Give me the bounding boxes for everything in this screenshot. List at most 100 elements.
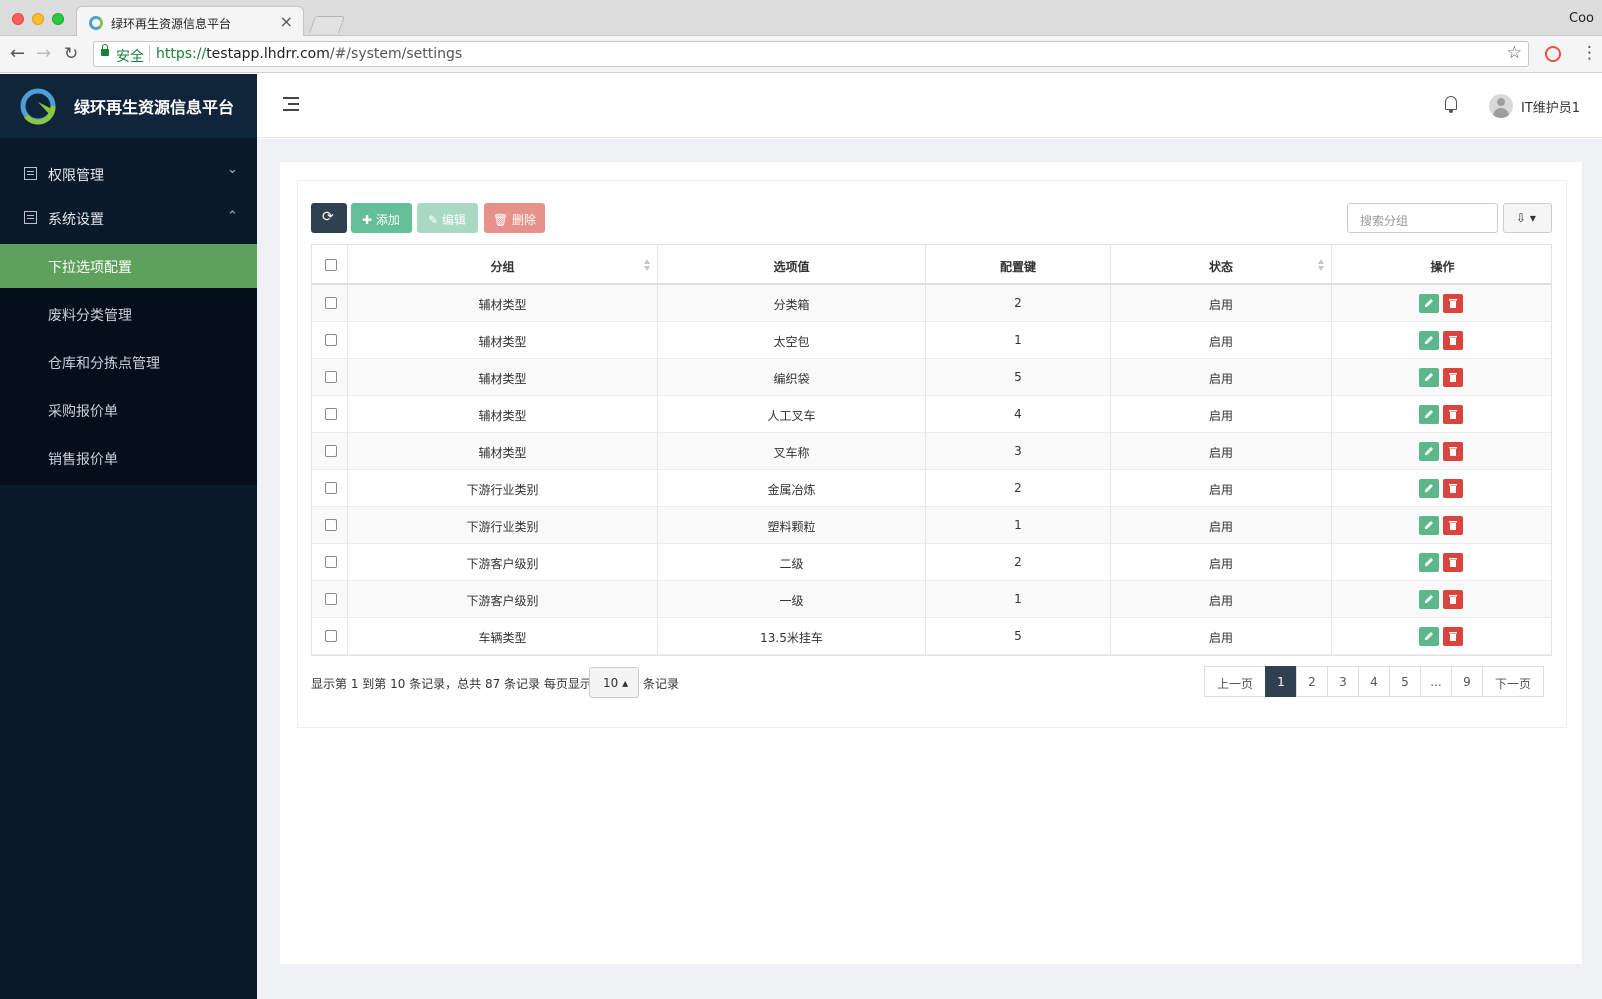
table-row[interactable]: 辅材类型 分类箱 2 启用 — [312, 285, 1551, 322]
column-header-key: 配置键 — [926, 245, 1111, 283]
row-edit-icon[interactable] — [1419, 331, 1439, 350]
bell-icon[interactable] — [1445, 96, 1457, 113]
select-all-checkbox[interactable] — [325, 259, 337, 271]
row-checkbox[interactable] — [325, 408, 337, 420]
browser-tab[interactable]: 绿环再生资源信息平台 × — [76, 6, 304, 37]
row-edit-icon[interactable] — [1419, 405, 1439, 424]
browser-menu-icon[interactable]: ⋮ — [1581, 43, 1598, 63]
sidebar-item-system-settings[interactable]: 系统设置 ⌃ — [0, 196, 257, 240]
row-delete-icon[interactable] — [1443, 590, 1463, 609]
search-input[interactable]: 搜索分组 — [1347, 203, 1498, 233]
row-edit-icon[interactable] — [1419, 294, 1439, 313]
page-size-select[interactable]: 10 ▴ — [589, 667, 639, 698]
close-window-button[interactable] — [12, 13, 24, 25]
page-button[interactable]: 5 — [1389, 666, 1421, 697]
row-edit-icon[interactable] — [1419, 590, 1439, 609]
table-row[interactable]: 下游行业类别 金属冶炼 2 启用 — [312, 470, 1551, 507]
add-button[interactable]: ✚ 添加 — [351, 203, 412, 233]
table-row[interactable]: 辅材类型 编织袋 5 启用 — [312, 359, 1551, 396]
table-row[interactable]: 辅材类型 叉车称 3 启用 — [312, 433, 1551, 470]
row-delete-icon[interactable] — [1443, 294, 1463, 313]
cell-key: 1 — [926, 581, 1111, 617]
row-delete-icon[interactable] — [1443, 553, 1463, 572]
url-text[interactable]: https://testapp.lhdrr.com/#/system/setti… — [156, 46, 462, 62]
menu-toggle-icon[interactable] — [283, 97, 299, 111]
row-delete-icon[interactable] — [1443, 331, 1463, 350]
cell-actions — [1332, 507, 1553, 543]
delete-button[interactable]: 🗑 删除 — [484, 203, 545, 233]
sort-icon[interactable] — [644, 259, 651, 273]
row-checkbox[interactable] — [325, 482, 337, 494]
refresh-icon: ⟳ — [322, 209, 334, 225]
address-bar[interactable]: 安全 https://testapp.lhdrr.com/#/system/se… — [93, 41, 1529, 67]
page-button[interactable]: 3 — [1327, 666, 1359, 697]
table-row[interactable]: 辅材类型 人工叉车 4 启用 — [312, 396, 1551, 433]
page-button[interactable]: 1 — [1265, 666, 1297, 697]
row-edit-icon[interactable] — [1419, 442, 1439, 461]
cell-group: 车辆类型 — [348, 618, 658, 654]
page-button[interactable]: ... — [1420, 666, 1452, 697]
next-page-button[interactable]: 下一页 — [1482, 666, 1544, 697]
table-row[interactable]: 辅材类型 太空包 1 启用 — [312, 322, 1551, 359]
sort-icon[interactable] — [1318, 259, 1325, 273]
profile-label[interactable]: Coo — [1569, 11, 1594, 26]
row-checkbox[interactable] — [325, 630, 337, 642]
minimize-window-button[interactable] — [32, 13, 44, 25]
back-icon[interactable]: ← — [10, 44, 25, 64]
row-delete-icon[interactable] — [1443, 368, 1463, 387]
prev-page-button[interactable]: 上一页 — [1204, 666, 1266, 697]
export-dropdown-button[interactable]: ⇩ ▾ — [1503, 203, 1552, 233]
table-row[interactable]: 下游客户级别 一级 1 启用 — [312, 581, 1551, 618]
browser-toolbar: ← → ↻ 安全 https://testapp.lhdrr.com/#/sys… — [0, 36, 1602, 73]
row-checkbox[interactable] — [325, 593, 337, 605]
row-checkbox[interactable] — [325, 371, 337, 383]
sidebar-item-sales-quote[interactable]: 销售报价单 — [0, 436, 257, 480]
row-checkbox[interactable] — [325, 334, 337, 346]
extension-icon[interactable] — [1545, 46, 1561, 62]
table-row[interactable]: 车辆类型 13.5米挂车 5 启用 — [312, 618, 1551, 655]
sidebar-item-warehouse[interactable]: 仓库和分拣点管理 — [0, 340, 257, 384]
sidebar-item-waste-category[interactable]: 废料分类管理 — [0, 292, 257, 336]
page-label: 下一页 — [1494, 677, 1531, 691]
page-button[interactable]: 4 — [1358, 666, 1390, 697]
row-delete-icon[interactable] — [1443, 516, 1463, 535]
cell-text: 下游客户级别 — [466, 594, 539, 608]
edit-button[interactable]: ✎ 编辑 — [417, 203, 478, 233]
refresh-button[interactable]: ⟳ — [311, 203, 347, 233]
username[interactable]: IT维护员1 — [1521, 97, 1580, 116]
cell-group: 辅材类型 — [348, 433, 658, 469]
row-edit-icon[interactable] — [1419, 627, 1439, 646]
row-checkbox[interactable] — [325, 519, 337, 531]
page-button[interactable]: 2 — [1296, 666, 1328, 697]
cell-status: 启用 — [1111, 581, 1332, 617]
forward-icon[interactable]: → — [36, 44, 51, 64]
row-edit-icon[interactable] — [1419, 368, 1439, 387]
reload-icon[interactable]: ↻ — [64, 44, 78, 64]
row-delete-icon[interactable] — [1443, 442, 1463, 461]
new-tab-button[interactable] — [308, 16, 346, 33]
sidebar-item-dropdown-config[interactable]: 下拉选项配置 — [0, 244, 257, 288]
row-delete-icon[interactable] — [1443, 479, 1463, 498]
row-checkbox[interactable] — [325, 556, 337, 568]
bookmark-star-icon[interactable]: ☆ — [1507, 43, 1522, 63]
cell-text: 启用 — [1208, 446, 1233, 460]
table-row[interactable]: 下游客户级别 二级 2 启用 — [312, 544, 1551, 581]
brand-header[interactable]: 绿环再生资源信息平台 — [0, 74, 257, 138]
column-header-group[interactable]: 分组 — [348, 245, 658, 283]
row-edit-icon[interactable] — [1419, 553, 1439, 572]
column-header-status[interactable]: 状态 — [1111, 245, 1332, 283]
row-delete-icon[interactable] — [1443, 627, 1463, 646]
row-checkbox[interactable] — [325, 445, 337, 457]
row-edit-icon[interactable] — [1419, 516, 1439, 535]
row-edit-icon[interactable] — [1419, 479, 1439, 498]
brand-title: 绿环再生资源信息平台 — [74, 98, 235, 117]
avatar[interactable] — [1489, 94, 1513, 118]
sidebar-item-purchase-quote[interactable]: 采购报价单 — [0, 388, 257, 432]
table-row[interactable]: 下游行业类别 塑料颗粒 1 启用 — [312, 507, 1551, 544]
page-button[interactable]: 9 — [1451, 666, 1483, 697]
maximize-window-button[interactable] — [52, 13, 64, 25]
sidebar-item-permissions[interactable]: 权限管理 ⌄ — [0, 152, 257, 196]
row-checkbox[interactable] — [325, 297, 337, 309]
tab-close-icon[interactable]: × — [280, 12, 293, 31]
row-delete-icon[interactable] — [1443, 405, 1463, 424]
